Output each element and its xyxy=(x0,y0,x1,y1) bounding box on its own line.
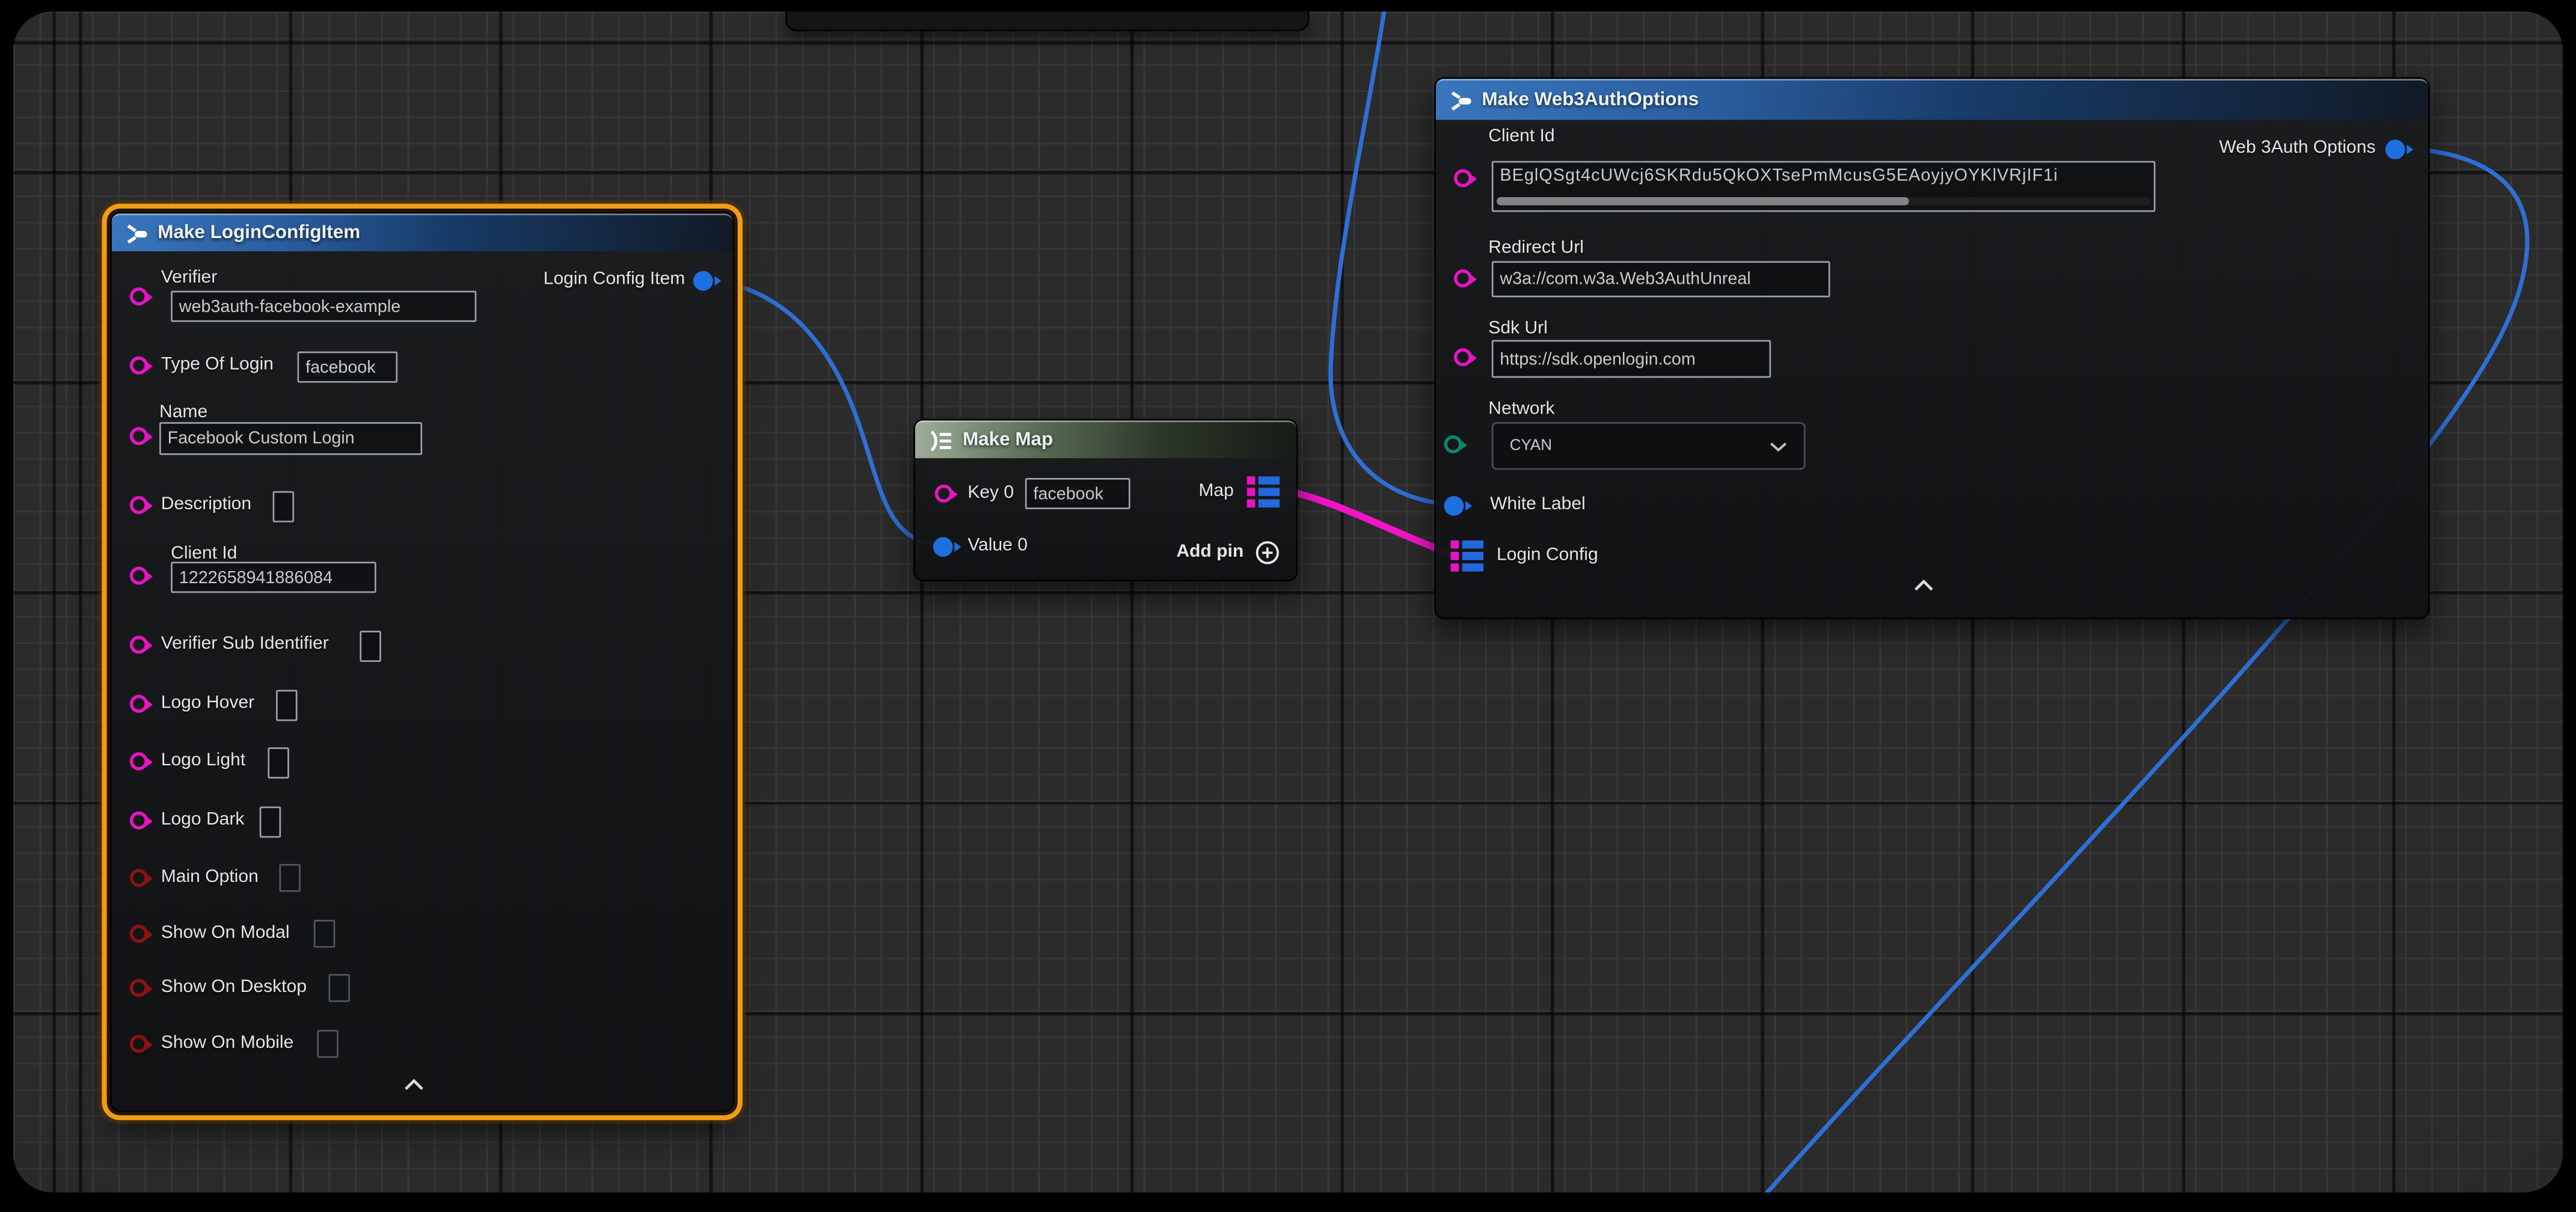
pin-client-id[interactable] xyxy=(130,567,148,585)
key-0-field[interactable]: facebook xyxy=(1025,478,1130,509)
node-header[interactable]: Make Map xyxy=(915,420,1296,458)
pin-label: Show On Desktop xyxy=(161,978,307,997)
pin-label: Verifier Sub Identifier xyxy=(161,634,329,654)
description-field[interactable] xyxy=(273,491,295,522)
pin-logo-hover[interactable] xyxy=(130,695,148,713)
node-title: Make Map xyxy=(963,430,1053,450)
pin-show-on-modal[interactable] xyxy=(130,925,148,943)
make-struct-icon xyxy=(1449,90,1472,111)
redirect-url-field[interactable]: w3a://com.w3a.Web3AuthUnreal xyxy=(1492,261,1830,297)
add-pin-icon[interactable] xyxy=(1255,540,1280,565)
make-container-icon xyxy=(928,429,953,451)
pin-main-option[interactable] xyxy=(130,869,148,887)
pin-label: Logo Hover xyxy=(161,693,254,713)
pin-label: Type Of Login xyxy=(161,355,274,375)
collapse-chevron-icon[interactable] xyxy=(402,1079,425,1091)
pin-key-0[interactable] xyxy=(935,485,953,503)
pin-network[interactable] xyxy=(1444,435,1462,453)
network-dropdown-value: CYAN xyxy=(1510,437,1552,455)
field-scrollbar-thumb[interactable] xyxy=(1497,197,1909,206)
node-make-loginconfigitem[interactable]: Make LoginConfigItem Login Config Item V… xyxy=(110,212,734,1112)
pin-logo-dark[interactable] xyxy=(130,812,148,830)
pin-verifier-sub-identifier[interactable] xyxy=(130,635,148,653)
sdk-url-field[interactable]: https://sdk.openlogin.com xyxy=(1492,340,1771,378)
node-make-web3authoptions[interactable]: Make Web3AuthOptions Web 3Auth Options C… xyxy=(1434,77,2430,619)
client-id-field[interactable]: 1222658941886084 xyxy=(171,562,376,593)
pin-label: Verifier xyxy=(161,268,218,287)
pin-label: Sdk Url xyxy=(1488,319,1548,338)
network-dropdown[interactable]: CYAN xyxy=(1492,422,1806,470)
pin-redirect-url[interactable] xyxy=(1454,269,1472,287)
collapse-chevron-icon[interactable] xyxy=(1912,580,1935,591)
verifier-field[interactable]: web3auth-facebook-example xyxy=(171,291,476,322)
pin-logo-light[interactable] xyxy=(130,752,148,770)
make-struct-icon xyxy=(125,222,148,244)
main-option-checkbox[interactable] xyxy=(279,864,301,892)
wire-loginconfigitem-to-value0[interactable] xyxy=(702,279,940,545)
pin-show-on-desktop[interactable] xyxy=(130,979,148,997)
graph-canvas[interactable]: Make LoginConfigItem Login Config Item V… xyxy=(13,11,2563,1192)
pin-description[interactable] xyxy=(130,496,148,514)
show-on-desktop-checkbox[interactable] xyxy=(328,974,350,1002)
name-field[interactable]: Facebook Custom Login xyxy=(159,422,422,455)
node-make-map[interactable]: Make Map Key 0 facebook Map Value 0 Add … xyxy=(913,419,1298,581)
field-scrollbar-track xyxy=(1497,197,2150,206)
pin-type-of-login[interactable] xyxy=(130,357,148,375)
pin-label: Key 0 xyxy=(968,483,1014,503)
add-pin-label: Add pin xyxy=(1176,542,1244,562)
logo-hover-field[interactable] xyxy=(276,690,298,721)
pin-client-id[interactable] xyxy=(1454,169,1472,187)
node-header[interactable]: Make Web3AuthOptions xyxy=(1436,79,2428,120)
pin-label: White Label xyxy=(1490,494,1586,514)
type-of-login-field[interactable]: facebook xyxy=(298,352,398,383)
pin-name[interactable] xyxy=(130,427,148,445)
logo-dark-field[interactable] xyxy=(260,806,281,837)
output-pin-login-config-item[interactable] xyxy=(693,271,713,291)
pin-verifier[interactable] xyxy=(130,287,148,305)
node-title: Make LoginConfigItem xyxy=(158,224,360,243)
show-on-modal-checkbox[interactable] xyxy=(314,920,336,947)
output-pin-web3auth-options[interactable] xyxy=(2385,139,2405,159)
chevron-down-icon xyxy=(1769,441,1787,451)
pin-label: Name xyxy=(159,402,207,422)
node-header[interactable]: Make LoginConfigItem xyxy=(112,213,733,251)
pin-label: Login Config xyxy=(1497,545,1598,565)
login-config-map-pin-icon[interactable] xyxy=(1450,540,1483,572)
pin-label: Value 0 xyxy=(968,536,1028,556)
node-title: Make Web3AuthOptions xyxy=(1482,90,1699,110)
pin-show-on-mobile[interactable] xyxy=(130,1035,148,1053)
pin-label: Logo Dark xyxy=(161,810,245,830)
pin-white-label[interactable] xyxy=(1444,496,1464,516)
pin-label: Client Id xyxy=(1488,126,1554,146)
pin-label: Redirect Url xyxy=(1488,238,1584,258)
pin-label: Logo Light xyxy=(161,751,245,771)
output-pin-label: Web 3Auth Options xyxy=(2219,138,2376,158)
pin-value-0[interactable] xyxy=(933,537,953,557)
pin-label: Show On Modal xyxy=(161,923,290,943)
wire-to-white-label[interactable] xyxy=(1331,11,1447,504)
pin-label: Client Id xyxy=(171,543,237,563)
pin-sdk-url[interactable] xyxy=(1454,348,1472,366)
offscreen-node-bottom-edge[interactable] xyxy=(785,11,1310,31)
pin-label: Main Option xyxy=(161,868,259,887)
show-on-mobile-checkbox[interactable] xyxy=(317,1030,339,1057)
output-pin-label: Map xyxy=(1198,482,1233,501)
pin-label: Description xyxy=(161,494,251,514)
blueprint-editor: Make LoginConfigItem Login Config Item V… xyxy=(0,0,2576,1212)
logo-light-field[interactable] xyxy=(268,747,289,779)
map-pin-icon[interactable] xyxy=(1247,476,1280,507)
verifier-sub-identifier-field[interactable] xyxy=(360,631,381,662)
pin-label: Show On Mobile xyxy=(161,1033,294,1053)
output-pin-label: Login Config Item xyxy=(544,269,685,289)
pin-label: Network xyxy=(1488,399,1554,419)
